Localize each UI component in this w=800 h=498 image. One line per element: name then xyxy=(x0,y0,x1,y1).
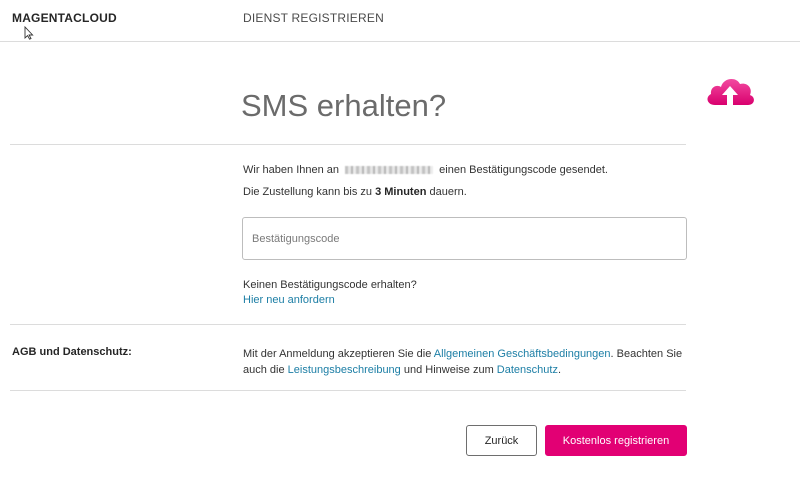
masked-phone-number xyxy=(345,166,434,175)
brand-name[interactable]: MAGENTACLOUD xyxy=(12,11,117,25)
delivery-info: Die Zustellung kann bis zu 3 Minuten dau… xyxy=(243,186,467,198)
resend-code-link[interactable]: Hier neu anfordern xyxy=(243,294,335,306)
register-button[interactable]: Kostenlos registrieren xyxy=(545,425,687,456)
terms-text-4: . xyxy=(557,364,562,376)
top-bar: MAGENTACLOUD DIENST REGISTRIEREN xyxy=(0,0,800,42)
page-title: SMS erhalten? xyxy=(241,88,447,123)
delivery-suffix: dauern. xyxy=(429,186,467,198)
mouse-cursor-icon xyxy=(24,26,34,40)
delivery-time: 3 Minuten xyxy=(375,186,427,198)
sent-suffix: einen Bestätigungscode gesendet. xyxy=(439,164,608,176)
no-code-text: Keinen Bestätigungscode erhalten? xyxy=(243,279,417,291)
divider xyxy=(10,390,686,391)
terms-text-3: und Hinweise zum xyxy=(403,364,494,376)
back-button[interactable]: Zurück xyxy=(466,425,537,456)
agb-link[interactable]: Allgemeinen Geschäftsbedingungen xyxy=(434,348,611,360)
divider xyxy=(10,324,686,325)
service-title: DIENST REGISTRIEREN xyxy=(243,11,384,25)
terms-label: AGB und Datenschutz: xyxy=(12,346,132,358)
terms-text: Mit der Anmeldung akzeptieren Sie die Al… xyxy=(243,346,688,378)
code-sent-info: Wir haben Ihnen an einen Bestätigungscod… xyxy=(243,164,608,176)
privacy-link[interactable]: Datenschutz xyxy=(497,364,558,376)
sent-prefix: Wir haben Ihnen an xyxy=(243,164,340,176)
service-description-link[interactable]: Leistungsbeschreibung xyxy=(288,364,401,376)
terms-text-1: Mit der Anmeldung akzeptieren Sie die xyxy=(243,348,432,360)
divider xyxy=(10,144,686,145)
confirmation-code-input[interactable] xyxy=(242,217,687,260)
cloud-upload-icon xyxy=(707,78,754,109)
delivery-prefix: Die Zustellung kann bis zu xyxy=(243,186,373,198)
